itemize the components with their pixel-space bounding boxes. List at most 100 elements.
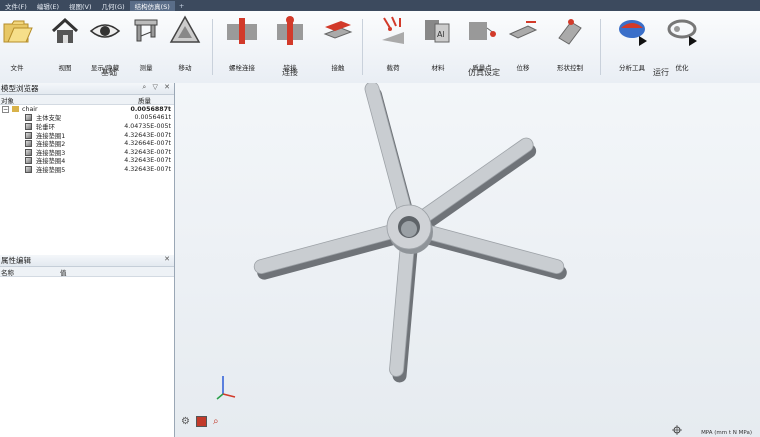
analysis-tool-icon	[619, 20, 647, 46]
bolt-icon	[227, 18, 257, 44]
view-button[interactable]: 视图	[45, 14, 85, 72]
viewport-tools: ⚙ ⌕	[181, 416, 219, 427]
mass-point-icon	[469, 22, 496, 40]
displacement-label: 位移	[516, 64, 530, 72]
property-editor-title: 属性编辑	[1, 256, 31, 265]
material-icon: Al	[425, 20, 450, 43]
zoom-icon[interactable]: ⌕	[213, 416, 219, 427]
item-mass: 4.32643E-007t	[124, 131, 171, 139]
move-button[interactable]: 移动	[165, 14, 205, 72]
file-button[interactable]: 文件	[0, 14, 37, 72]
col-value[interactable]: 值	[59, 267, 170, 277]
material-button[interactable]: Al 材料	[418, 14, 458, 72]
contact-icon	[323, 21, 353, 39]
root-name: chair	[22, 105, 38, 113]
tree-item[interactable]: 连接垫圈1 4.32643E-007t	[0, 131, 174, 140]
optimize-icon	[667, 19, 697, 46]
ribbon-toolbar: 文件 视图 显示/隐藏 测量 移动 螺栓连接 铰接 接触 载荷 Al 材料 质量…	[0, 11, 760, 84]
displacement-button[interactable]: 位移	[503, 14, 543, 72]
menu-geometry[interactable]: 几何(G)	[97, 1, 130, 11]
root-mass: 0.0056887t	[130, 105, 171, 113]
mass-point-button[interactable]: 质量点	[462, 14, 502, 72]
move-label: 移动	[178, 64, 192, 72]
left-pane: 模型浏览器 ⌕ ▽ ✕ 对象 质量 − chair 0.0056887t 主体支…	[0, 83, 175, 437]
item-mass: 0.0056461t	[134, 114, 171, 122]
tree-item[interactable]: 连接垫圈4 4.32643E-007t	[0, 157, 174, 165]
model-browser-title: 模型浏览器	[1, 84, 39, 93]
item-mass: 4.32643E-007t	[124, 165, 171, 173]
orientation-icon[interactable]	[672, 425, 682, 435]
3d-viewport[interactable]: ⚙ ⌕ MPA (mm t N MPa)	[175, 83, 760, 437]
item-mass: 4.04735E-005t	[124, 122, 171, 130]
tree-item[interactable]: 轮垂环 4.04735E-005t	[0, 122, 174, 131]
bolt-connection-label: 螺栓连接	[229, 64, 255, 72]
group-basic: 基础	[101, 68, 117, 77]
shape-control-button[interactable]: 形状控制	[550, 14, 590, 72]
render-mode-icon[interactable]	[195, 416, 207, 427]
shape-control-icon	[558, 19, 582, 45]
property-editor-close[interactable]: ✕	[164, 255, 172, 263]
material-label: 材料	[431, 64, 445, 72]
tree-item[interactable]: 主体支架 0.0056461t	[0, 114, 174, 122]
shape-control-label: 形状控制	[557, 64, 583, 72]
menu-file[interactable]: 文件(F)	[0, 1, 32, 11]
load-button[interactable]: 载荷	[373, 14, 413, 72]
hinge-button[interactable]: 铰接	[270, 14, 310, 72]
tree-item[interactable]: 连接垫圈2 4.32664E-007t	[0, 139, 174, 148]
model-browser-controls[interactable]: ⌕ ▽ ✕	[142, 83, 172, 92]
move-icon	[169, 15, 201, 43]
property-editor-header: 属性编辑 ✕	[0, 255, 174, 267]
col-mass[interactable]: 质量	[116, 95, 172, 105]
optimize-button[interactable]: 优化	[662, 14, 702, 72]
measure-button[interactable]: 测量	[126, 14, 166, 72]
load-icon	[382, 16, 404, 44]
bolt-connection-button[interactable]: 螺栓连接	[221, 14, 263, 72]
tree-root[interactable]: − chair 0.0056887t	[0, 105, 174, 114]
part-cube-icon	[25, 131, 32, 139]
load-label: 载荷	[386, 64, 400, 72]
col-name[interactable]: 名称	[0, 267, 59, 277]
view-label: 视图	[58, 64, 72, 72]
item-mass: 4.32643E-007t	[124, 148, 171, 156]
part-cube-icon	[25, 148, 32, 156]
property-editor-columns: 名称 值	[0, 267, 174, 277]
svg-text:Al: Al	[437, 30, 445, 39]
group-sim-setup: 仿真设定	[468, 68, 500, 77]
assembly-icon	[12, 106, 19, 113]
eye-icon	[89, 24, 121, 38]
part-cube-icon	[25, 122, 32, 130]
part-cube-icon	[25, 140, 32, 148]
star-base-model[interactable]	[175, 83, 760, 437]
group-connect: 连接	[282, 68, 298, 77]
analysis-tool-button[interactable]: 分析工具	[612, 14, 652, 72]
group-run: 运行	[653, 68, 669, 77]
model-browser-columns: 对象 质量	[0, 95, 174, 105]
tree-item[interactable]: 连接垫圈3 4.32643E-007t	[0, 148, 174, 157]
units-status: MPA (mm t N MPa)	[701, 430, 752, 436]
settings-gear-icon[interactable]: ⚙	[181, 416, 190, 427]
menu-structure-sim[interactable]: 结构仿真(S)	[129, 0, 175, 11]
item-name: 连接垫圈5	[36, 166, 66, 174]
axis-triad-icon	[216, 376, 236, 400]
measure-label: 测量	[139, 64, 153, 72]
add-tab-button[interactable]: +	[175, 2, 188, 10]
menu-bar: 文件(F) 编辑(E) 视图(V) 几何(G) 结构仿真(S) +	[0, 0, 760, 11]
part-cube-icon	[25, 157, 32, 165]
item-mass: 4.32664E-007t	[124, 140, 171, 148]
model-browser-header: 模型浏览器 ⌕ ▽ ✕	[0, 83, 174, 95]
hinge-icon	[277, 16, 303, 45]
menu-view[interactable]: 视图(V)	[64, 1, 97, 11]
folder-icon	[3, 20, 33, 43]
analysis-tool-label: 分析工具	[619, 64, 645, 72]
col-object[interactable]: 对象	[0, 95, 116, 105]
contact-label: 接触	[331, 64, 345, 72]
tree-item[interactable]: 连接垫圈5 4.32643E-007t	[0, 165, 174, 174]
show-hide-button[interactable]: 显示/隐藏	[85, 14, 125, 72]
collapse-icon[interactable]: −	[2, 105, 9, 113]
contact-button[interactable]: 接触	[318, 14, 358, 72]
house-icon	[51, 17, 79, 43]
item-mass: 4.32643E-007t	[124, 157, 171, 165]
menu-edit[interactable]: 编辑(E)	[32, 1, 64, 11]
part-cube-icon	[25, 114, 32, 122]
part-cube-icon	[25, 165, 32, 173]
